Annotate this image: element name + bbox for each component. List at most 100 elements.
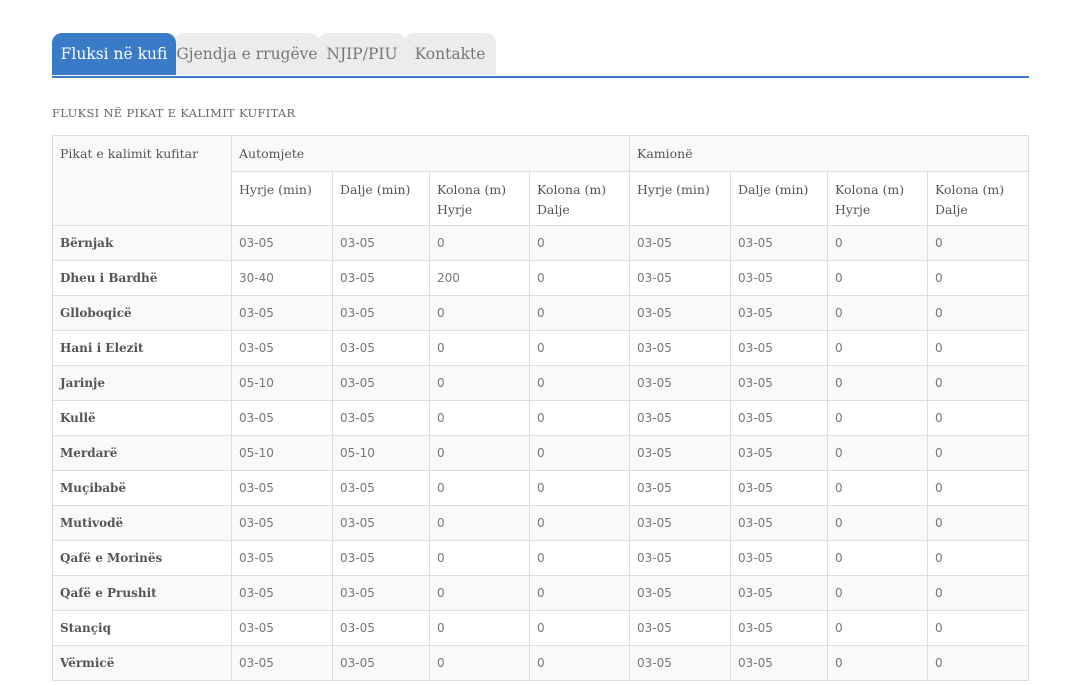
table-cell: 0 <box>927 645 1029 681</box>
table-cell: 03-05 <box>231 295 333 331</box>
table-cell: 0 <box>429 225 530 261</box>
table-cell: 03-05 <box>332 645 430 681</box>
tab-kontakte[interactable]: Kontakte <box>404 33 496 75</box>
table-cell: 0 <box>927 435 1029 471</box>
table-cell: 0 <box>827 400 928 436</box>
table-cell: 05-10 <box>231 435 333 471</box>
table-row: Vërmicë 03-05 03-05 0 0 03-05 03-05 0 0 <box>52 645 1029 681</box>
table-cell: 0 <box>429 400 530 436</box>
table-cell: 03-05 <box>730 645 828 681</box>
table-row: Dheu i Bardhë 30-40 03-05 200 0 03-05 03-05 0 0 <box>52 260 1029 296</box>
table-cell: 0 <box>429 295 530 331</box>
table-cell: 0 <box>529 645 630 681</box>
table-cell: 200 <box>429 260 530 296</box>
border-point-name: Muçibabë <box>52 470 232 506</box>
border-point-name: Kullë <box>52 400 232 436</box>
table-cell: 0 <box>529 330 630 366</box>
table-cell: 03-05 <box>231 330 333 366</box>
table-cell: 03-05 <box>730 400 828 436</box>
table-cell: 0 <box>927 505 1029 541</box>
tab-fluksi-ne-kufi[interactable]: Fluksi në kufi <box>52 33 176 75</box>
table-cell: 03-05 <box>629 365 731 401</box>
table-cell: 03-05 <box>629 225 731 261</box>
table-cell: 03-05 <box>730 470 828 506</box>
table-cell: 03-05 <box>730 295 828 331</box>
column-header: Kolona (m) Dalje <box>927 171 1029 226</box>
table-cell: 05-10 <box>231 365 333 401</box>
table-cell: 03-05 <box>629 435 731 471</box>
table-cell: 0 <box>529 400 630 436</box>
table-cell: 0 <box>827 295 928 331</box>
table-cell: 0 <box>529 435 630 471</box>
table-cell: 0 <box>827 260 928 296</box>
table-cell: 03-05 <box>629 330 731 366</box>
table-cell: 0 <box>927 400 1029 436</box>
table-cell: 0 <box>827 505 928 541</box>
table-cell: 03-05 <box>332 400 430 436</box>
border-point-name: Jarinje <box>52 365 232 401</box>
table-row: Kullë 03-05 03-05 0 0 03-05 03-05 0 0 <box>52 400 1029 436</box>
table-cell: 30-40 <box>231 260 333 296</box>
column-header: Hyrje (min) <box>629 171 731 226</box>
table-cell: 0 <box>927 225 1029 261</box>
table-cell: 0 <box>529 225 630 261</box>
table-cell: 0 <box>429 540 530 576</box>
border-point-name: Dheu i Bardhë <box>52 260 232 296</box>
table-cell: 03-05 <box>332 330 430 366</box>
column-header: Dalje (min) <box>332 171 430 226</box>
table-cell: 0 <box>827 225 928 261</box>
table-cell: 0 <box>827 575 928 611</box>
table-cell: 03-05 <box>730 225 828 261</box>
table-cell: 03-05 <box>231 610 333 646</box>
table-cell: 03-05 <box>332 540 430 576</box>
table-cell: 03-05 <box>629 470 731 506</box>
table-cell: 0 <box>927 330 1029 366</box>
table-cell: 0 <box>927 575 1029 611</box>
column-header: Hyrje (min) <box>231 171 333 226</box>
table-cell: 03-05 <box>231 470 333 506</box>
tab-gjendja-e-rrugeve[interactable]: Gjendja e rrugëve <box>174 33 320 75</box>
table-cell: 03-05 <box>629 260 731 296</box>
table-cell: 03-05 <box>231 575 333 611</box>
table-cell: 0 <box>429 435 530 471</box>
table-cell: 0 <box>529 470 630 506</box>
table-cell: 03-05 <box>629 610 731 646</box>
table-cell: 03-05 <box>332 295 430 331</box>
table-cell: 0 <box>529 260 630 296</box>
table-cell: 03-05 <box>231 645 333 681</box>
header-group-vehicles: Automjete <box>231 135 630 172</box>
table-cell: 03-05 <box>231 400 333 436</box>
table-cell: 0 <box>827 435 928 471</box>
table-cell: 0 <box>927 470 1029 506</box>
column-header: Kolona (m) Hyrje <box>827 171 928 226</box>
table-cell: 0 <box>429 610 530 646</box>
border-flux-table: Pikat e kalimit kufitar Automjete Kamion… <box>52 135 1029 681</box>
table-row: Glloboqicë 03-05 03-05 0 0 03-05 03-05 0 0 <box>52 295 1029 331</box>
table-cell: 0 <box>429 470 530 506</box>
table-cell: 03-05 <box>730 330 828 366</box>
border-point-name: Qafë e Prushit <box>52 575 232 611</box>
table-cell: 0 <box>827 470 928 506</box>
table-cell: 0 <box>429 365 530 401</box>
table-cell: 0 <box>529 575 630 611</box>
section-title: FLUKSI NË PIKAT E KALIMIT KUFITAR <box>52 106 296 120</box>
border-point-name: Merdarë <box>52 435 232 471</box>
table-row: Muçibabë 03-05 03-05 0 0 03-05 03-05 0 0 <box>52 470 1029 506</box>
border-point-name: Mutivodë <box>52 505 232 541</box>
table-cell: 0 <box>927 610 1029 646</box>
table-cell: 0 <box>529 365 630 401</box>
table-cell: 0 <box>529 505 630 541</box>
table-cell: 0 <box>927 295 1029 331</box>
table-cell: 0 <box>529 610 630 646</box>
table-cell: 03-05 <box>730 365 828 401</box>
table-cell: 03-05 <box>730 610 828 646</box>
table-row: Jarinje 05-10 03-05 0 0 03-05 03-05 0 0 <box>52 365 1029 401</box>
table-row: Qafë e Morinës 03-05 03-05 0 0 03-05 03-05 0 0 <box>52 540 1029 576</box>
border-point-name: Hani i Elezit <box>52 330 232 366</box>
table-row: Hani i Elezit 03-05 03-05 0 0 03-05 03-05 0 0 <box>52 330 1029 366</box>
tab-njip-piu[interactable]: NJIP/PIU <box>318 33 406 75</box>
table-cell: 0 <box>927 540 1029 576</box>
table-row: Bërnjak 03-05 03-05 0 0 03-05 03-05 0 0 <box>52 225 1029 261</box>
table-cell: 0 <box>827 645 928 681</box>
table-cell: 0 <box>529 295 630 331</box>
